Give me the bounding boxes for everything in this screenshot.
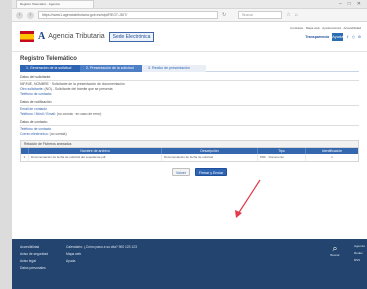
step-progress: 1. Generación de la solicitud 2. Present…	[20, 65, 359, 72]
forward-arrow-icon[interactable]: ›	[27, 11, 34, 19]
agency-logo-icon: A	[38, 31, 46, 42]
window-controls: – □ ✕	[339, 1, 367, 7]
footer-search-label: Buscar	[330, 253, 340, 257]
sede-electronica-link[interactable]: Sede Electrónica	[108, 31, 155, 42]
help-button[interactable]: Ayuda	[332, 33, 343, 41]
other-applicant-value: (NO) - Solicitante del trámite que se pr…	[44, 87, 113, 91]
footer-link[interactable]: Mapa web	[66, 251, 156, 258]
attachments-table: Relación de Ficheros anexados Nombre de …	[20, 140, 359, 162]
sign-and-send-button[interactable]: Firmar y Enviar	[195, 168, 227, 176]
notification-contact-value: (no consta · en caso de error)	[56, 112, 102, 116]
reload-icon[interactable]: ↻	[222, 12, 226, 18]
footer-link[interactable]: Calendario: ¿Cómo paso a su cita? 900 12…	[66, 244, 156, 251]
browser-window: Registro Telemático · Agencia – □ ✕ ‹ › …	[12, 0, 367, 289]
footer-column-legal: Accesibilidad Aviso de seguridad Aviso l…	[20, 244, 56, 284]
notification-section: Datos de notificación Email de contacto …	[20, 100, 359, 117]
table-cell: PDF · Documento	[258, 154, 306, 161]
search-icon[interactable]: ⌕	[330, 243, 340, 253]
step-track	[206, 65, 359, 72]
back-button[interactable]: Volver	[172, 168, 190, 176]
settings-icon[interactable]: ⚙	[358, 35, 361, 39]
step-receipt: 3. Recibo de presentación	[142, 65, 206, 72]
step-generation: 1. Generación de la solicitud	[20, 65, 80, 72]
attachments-caption: Relación de Ficheros anexados	[21, 141, 358, 148]
footer-link[interactable]: Datos personales	[20, 265, 56, 272]
site-footer: Accesibilidad Aviso de seguridad Aviso l…	[12, 239, 367, 289]
browser-tab[interactable]: Registro Telemático · Agencia	[16, 0, 94, 8]
close-icon[interactable]: ✕	[357, 1, 361, 7]
contact-email-label: Correo electrónico:	[20, 132, 49, 136]
browser-search-input[interactable]: Buscar	[238, 11, 283, 19]
maximize-icon[interactable]: □	[348, 1, 351, 7]
footer-link[interactable]: Aviso de seguridad	[20, 251, 56, 258]
table-row[interactable]: 1 Documentación de fecha de solicitud de…	[21, 154, 358, 161]
table-cell: 1	[21, 154, 29, 161]
browser-tab-strip: Registro Telemático · Agencia – □ ✕	[12, 0, 367, 9]
notification-title: Datos de notificación	[20, 100, 359, 106]
footer-link[interactable]: Aviso legal	[20, 258, 56, 265]
other-applicant-label: Otro solicitante:	[20, 87, 44, 91]
spain-flag-logo	[20, 31, 34, 42]
applicant-phone-label: Teléfono de contacto:	[20, 92, 53, 96]
transparency-link[interactable]: Transparencia	[305, 35, 329, 39]
back-arrow-icon[interactable]: ‹	[16, 11, 23, 19]
minimize-icon[interactable]: –	[339, 1, 342, 7]
footer-link[interactable]: Agencia	[354, 243, 365, 250]
footer-column-right: Agencia Redes RSS	[354, 243, 365, 264]
notification-contact-label: Teléfono / Móvil / Email:	[20, 112, 56, 116]
header-utilities: Contraste · Mapa web · Ayuda técnica · A…	[233, 26, 361, 41]
applicant-section: Datos del solicitante NIF/NIE, NOMBRE · …	[20, 75, 359, 97]
applicant-title: Datos del solicitante	[20, 75, 359, 81]
footer-search[interactable]: ⌕ Buscar	[330, 243, 340, 257]
browser-toolbar: ‹ › https://www1.agenciatributaria.gob.e…	[12, 9, 367, 22]
star-icon[interactable]: ☆	[286, 12, 290, 18]
footer-column-info: Calendario: ¿Cómo paso a su cita? 900 12…	[66, 244, 156, 284]
share-icon[interactable]: ⇪	[346, 35, 349, 39]
contact-email-value: (no consta)	[49, 132, 67, 136]
address-bar[interactable]: https://www1.agenciatributaria.gob.es/wl…	[38, 11, 218, 19]
agency-logo-text[interactable]: Agencia Tributaria	[48, 33, 104, 40]
site-header: A Agencia Tributaria Sede Electrónica Co…	[12, 22, 367, 52]
print-icon[interactable]: ⎙	[352, 35, 355, 39]
header-actions: Transparencia Ayuda ⇪ ⎙ ⚙	[233, 33, 361, 41]
table-cell: Documentación de fecha de solicitud	[162, 154, 258, 161]
page-title: Registro Telemático	[20, 56, 77, 62]
table-cell: 1	[331, 155, 333, 159]
header-links[interactable]: Contraste · Mapa web · Ayuda técnica · A…	[233, 26, 361, 30]
footer-link[interactable]: Redes	[354, 250, 365, 257]
contact-title: Datos de contacto	[20, 120, 359, 126]
footer-link[interactable]: Ayuda	[66, 258, 156, 265]
home-icon[interactable]: ⌂	[295, 12, 298, 18]
footer-link[interactable]: RSS	[354, 257, 365, 264]
step-presentation: 2. Presentación de la solicitud	[80, 65, 142, 72]
footer-link[interactable]: Accesibilidad	[20, 244, 56, 251]
table-cell: Documentación de fecha de solicitud del …	[29, 154, 162, 161]
form-actions: Volver Firmar y Enviar	[172, 168, 367, 176]
contact-section: Datos de contacto Teléfono de contacto C…	[20, 120, 359, 137]
